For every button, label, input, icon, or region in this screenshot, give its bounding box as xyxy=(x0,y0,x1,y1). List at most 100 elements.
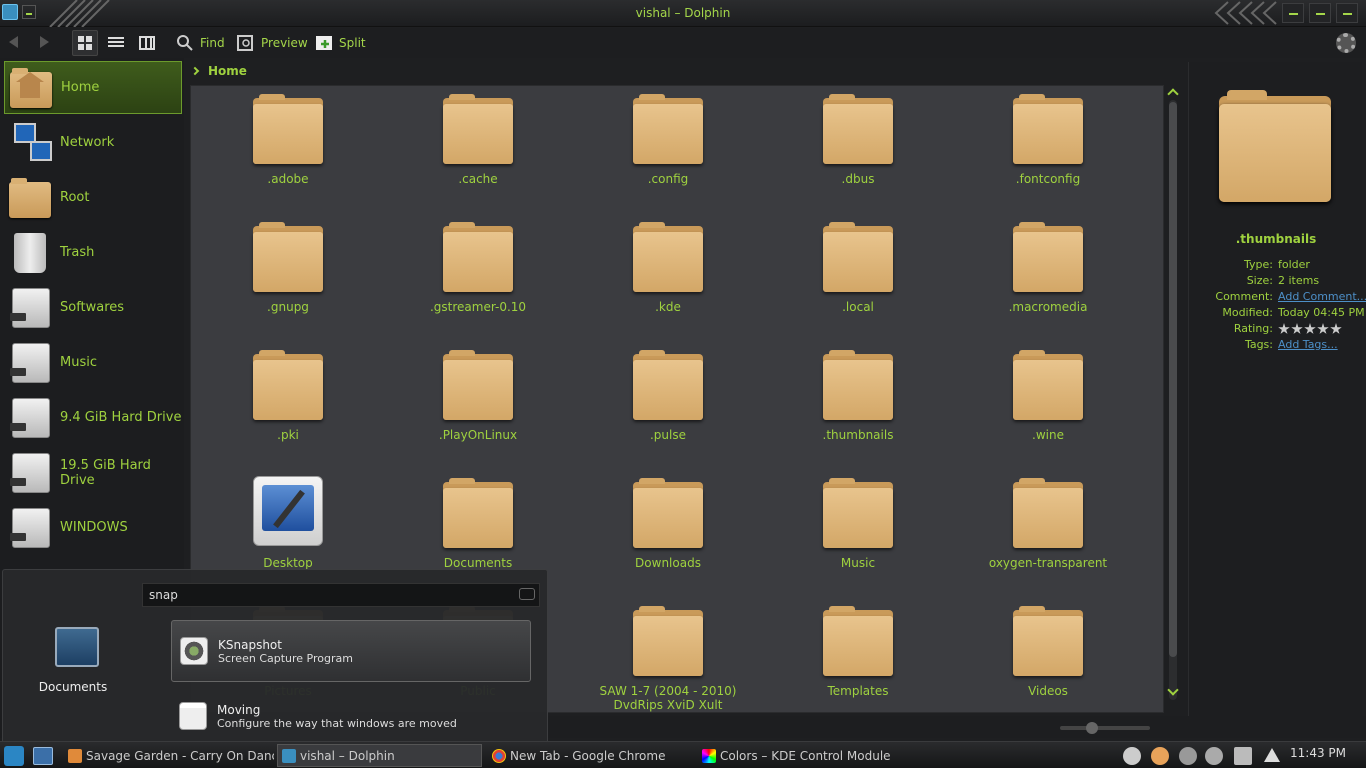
details-view-button[interactable] xyxy=(103,30,129,56)
grid-icon xyxy=(78,36,92,50)
task-savage-garden[interactable]: Savage Garden - Carry On Dancing xyxy=(64,744,274,767)
krunner-result[interactable]: KSnapshot Screen Capture Program xyxy=(171,620,531,682)
file-item[interactable]: .gnupg xyxy=(208,216,368,340)
forward-icon[interactable] xyxy=(40,36,49,48)
vertical-scrollbar[interactable] xyxy=(1166,88,1180,712)
file-item[interactable]: .config xyxy=(588,88,748,212)
close-button[interactable] xyxy=(1336,3,1358,23)
gear-icon[interactable] xyxy=(1336,33,1356,53)
add-tags-link[interactable]: Add Tags... xyxy=(1278,338,1338,351)
place-item[interactable]: Trash xyxy=(4,226,182,279)
scroll-thumb[interactable] xyxy=(1169,102,1177,657)
info-modified-key: Modified: xyxy=(1222,306,1273,319)
preview-icon xyxy=(237,35,253,51)
trash-icon xyxy=(8,231,52,275)
window-settings-icon xyxy=(179,702,207,730)
file-item[interactable]: Music xyxy=(778,472,938,596)
split-button[interactable]: Split xyxy=(315,32,366,54)
documents-activity-label[interactable]: Documents xyxy=(3,680,143,694)
notifications-icon[interactable] xyxy=(1264,748,1280,762)
krunner-search-input[interactable]: snap xyxy=(142,583,540,607)
file-item[interactable]: .adobe xyxy=(208,88,368,212)
add-comment-link[interactable]: Add Comment... xyxy=(1278,290,1366,303)
columns-icon xyxy=(139,36,155,50)
file-item[interactable]: .pulse xyxy=(588,344,748,468)
task-dolphin[interactable]: vishal – Dolphin xyxy=(277,744,482,767)
clipboard-icon[interactable] xyxy=(1234,747,1252,765)
clear-search-icon[interactable] xyxy=(519,588,535,600)
place-item[interactable]: Network xyxy=(4,116,182,169)
place-item[interactable]: Home xyxy=(4,61,182,114)
file-label: .config xyxy=(647,172,689,186)
breadcrumb-current[interactable]: Home xyxy=(208,64,247,78)
file-label: .gstreamer-0.10 xyxy=(429,300,527,314)
folder-icon xyxy=(1013,94,1083,164)
taskbar: Savage Garden - Carry On Dancing vishal … xyxy=(0,741,1366,768)
place-label: 9.4 GiB Hard Drive xyxy=(60,410,182,425)
star-icon[interactable] xyxy=(1330,323,1342,334)
star-icon[interactable] xyxy=(1278,323,1290,334)
file-item[interactable]: .PlayOnLinux xyxy=(398,344,558,468)
zoom-slider[interactable] xyxy=(1060,722,1150,734)
documents-activity-icon[interactable] xyxy=(55,627,99,667)
chrome-icon xyxy=(492,748,506,763)
result-subtitle: Screen Capture Program xyxy=(218,651,353,665)
place-item[interactable]: 9.4 GiB Hard Drive xyxy=(4,391,182,444)
zoom-slider-knob[interactable] xyxy=(1086,722,1098,734)
back-icon[interactable] xyxy=(9,36,18,48)
star-icon[interactable] xyxy=(1317,323,1329,334)
file-item[interactable]: SAW 1-7 (2004 - 2010) DvdRips XviD Xult xyxy=(588,600,748,712)
task-kde-colors[interactable]: Colors – KDE Control Module xyxy=(698,744,950,767)
file-item[interactable]: .local xyxy=(778,216,938,340)
file-item[interactable]: .macromedia xyxy=(968,216,1128,340)
file-item[interactable]: .pki xyxy=(208,344,368,468)
scroll-up-icon[interactable] xyxy=(1167,88,1179,100)
star-icon[interactable] xyxy=(1304,323,1316,334)
find-button[interactable]: Find xyxy=(176,32,225,54)
file-item[interactable]: .thumbnails xyxy=(778,344,938,468)
scissors-icon[interactable] xyxy=(1179,747,1197,765)
task-label: Colors – KDE Control Module xyxy=(720,748,891,763)
info-type-row: Type: folder xyxy=(1189,258,1363,274)
rating-stars[interactable] xyxy=(1278,323,1342,335)
file-item[interactable]: .cache xyxy=(398,88,558,212)
file-item[interactable]: .fontconfig xyxy=(968,88,1128,212)
file-item[interactable]: .wine xyxy=(968,344,1128,468)
clock[interactable]: 11:43 PM xyxy=(1290,746,1346,760)
show-desktop-icon[interactable] xyxy=(33,747,53,765)
file-item[interactable]: .kde xyxy=(588,216,748,340)
kde-menu-icon[interactable] xyxy=(4,746,24,766)
place-item[interactable]: WINDOWS xyxy=(4,501,182,554)
result-title: KSnapshot xyxy=(218,637,282,652)
file-item[interactable]: .gstreamer-0.10 xyxy=(398,216,558,340)
maximize-button[interactable] xyxy=(1309,3,1331,23)
task-chrome[interactable]: New Tab - Google Chrome xyxy=(488,744,693,767)
preview-button[interactable]: Preview xyxy=(237,32,308,54)
breadcrumb[interactable]: Home xyxy=(190,61,247,81)
krunner-result[interactable]: Moving Configure the way that windows ar… xyxy=(171,692,531,740)
volume-icon[interactable] xyxy=(1205,747,1223,765)
file-label: .cache xyxy=(458,172,498,186)
minimize-button[interactable] xyxy=(1282,3,1304,23)
icons-view-button[interactable] xyxy=(72,30,98,56)
file-item[interactable]: Videos xyxy=(968,600,1128,712)
folder-icon xyxy=(1013,350,1083,420)
file-label: .kde xyxy=(655,300,681,314)
star-icon[interactable] xyxy=(1291,323,1303,334)
file-item[interactable]: .dbus xyxy=(778,88,938,212)
place-item[interactable]: Softwares xyxy=(4,281,182,334)
place-item[interactable]: Root xyxy=(4,171,182,224)
file-label: oxygen-transparent xyxy=(988,556,1108,570)
info-icon[interactable] xyxy=(1123,747,1141,765)
chevron-right-icon xyxy=(190,66,200,76)
file-item[interactable]: oxygen-transparent xyxy=(968,472,1128,596)
columns-view-button[interactable] xyxy=(134,30,160,56)
folder-icon xyxy=(253,94,323,164)
place-label: WINDOWS xyxy=(60,520,128,535)
place-item[interactable]: 19.5 GiB Hard Drive xyxy=(4,446,182,499)
folder-icon xyxy=(823,478,893,548)
file-item[interactable]: Templates xyxy=(778,600,938,712)
media-tray-icon[interactable] xyxy=(1151,747,1169,765)
place-item[interactable]: Music xyxy=(4,336,182,389)
file-item[interactable]: Downloads xyxy=(588,472,748,596)
